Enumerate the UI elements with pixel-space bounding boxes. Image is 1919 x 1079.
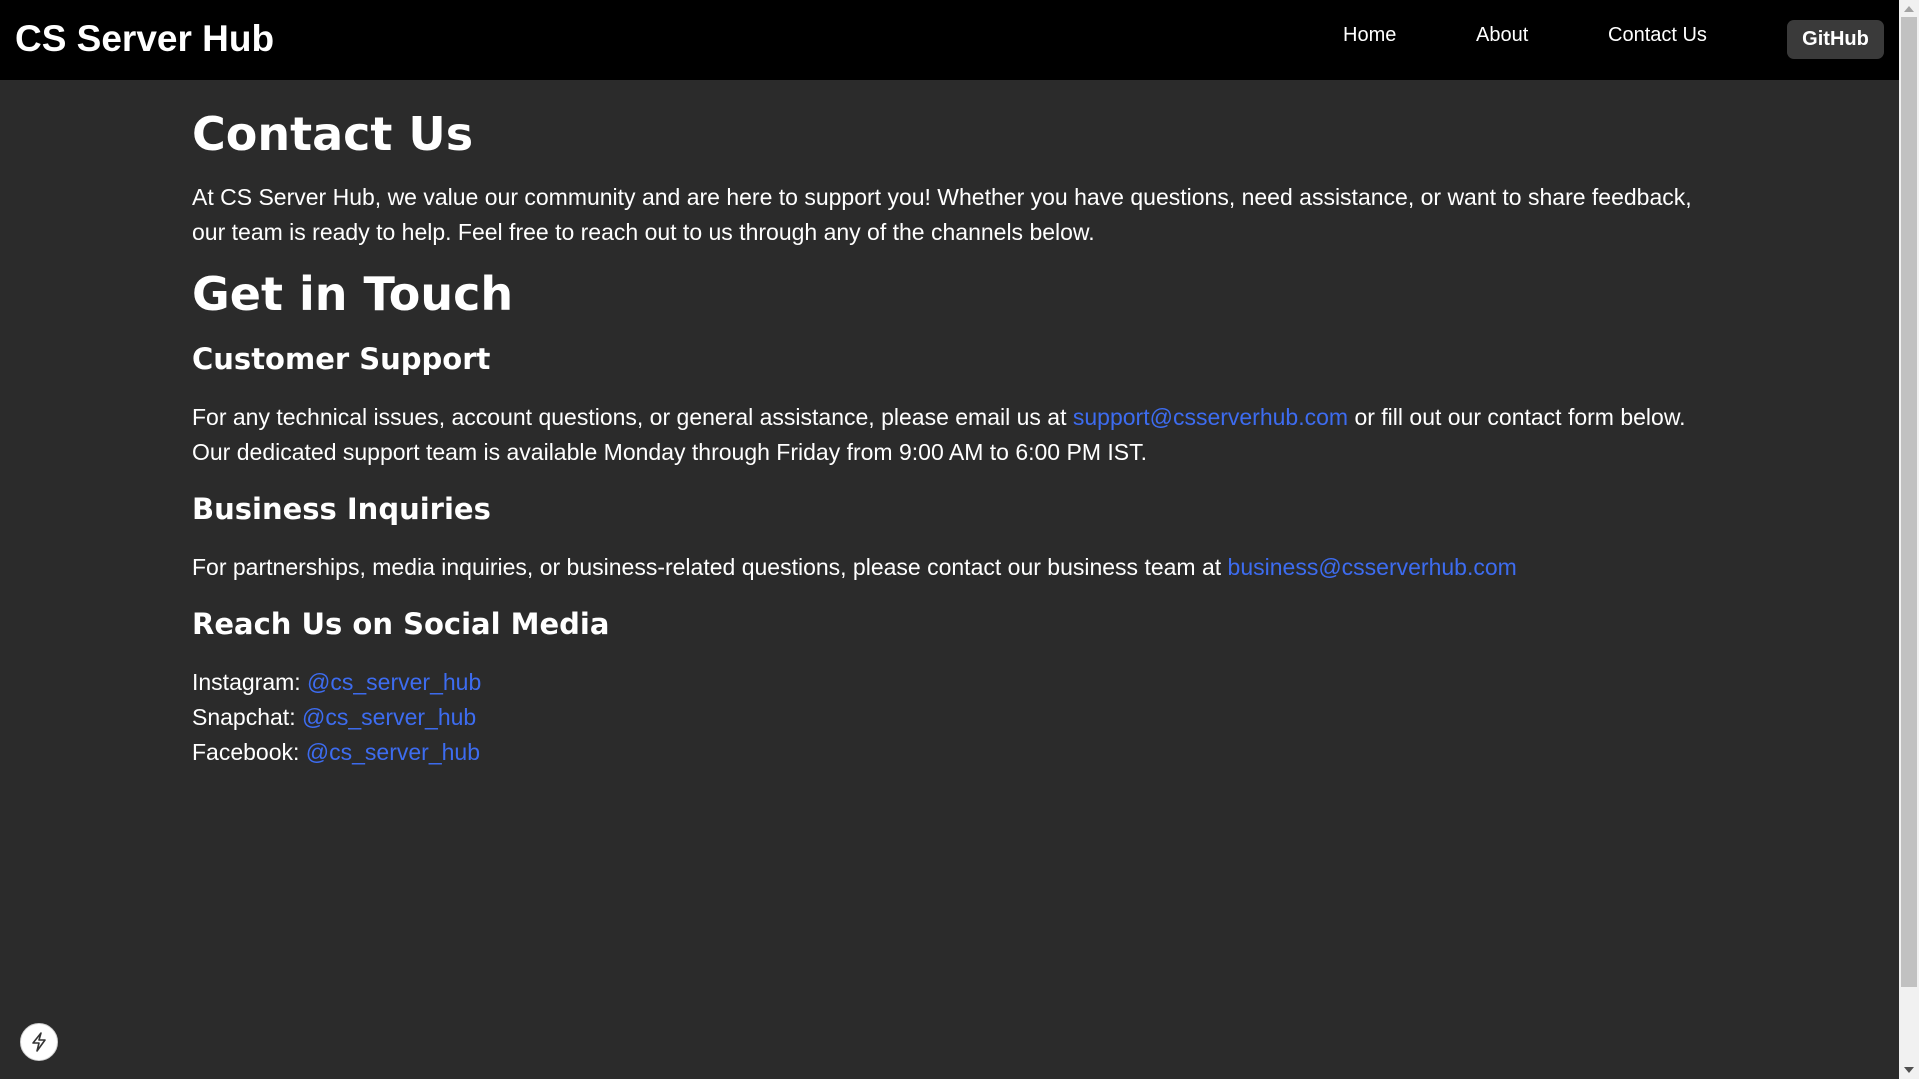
- get-in-touch-heading: Get in Touch: [192, 267, 514, 321]
- social-media-heading: Reach Us on Social Media: [192, 607, 610, 641]
- support-email-link[interactable]: support@csserverhub.com: [1073, 404, 1348, 430]
- page: CS Server Hub Home About Contact Us GitH…: [0, 0, 1919, 1079]
- social-item-snapchat: Snapchat: @cs_server_hub: [192, 700, 476, 735]
- vertical-scrollbar[interactable]: [1899, 0, 1919, 1079]
- support-text-before: For any technical issues, account questi…: [192, 404, 1073, 430]
- customer-support-paragraph: For any technical issues, account questi…: [192, 400, 1722, 470]
- snapchat-handle-link[interactable]: @cs_server_hub: [302, 704, 476, 730]
- nav-link-about[interactable]: About: [1476, 22, 1528, 48]
- scrollbar-thumb[interactable]: [1901, 17, 1917, 987]
- page-title: Contact Us: [192, 107, 474, 161]
- social-label-snapchat: Snapchat:: [192, 704, 296, 730]
- scroll-down-arrow-icon[interactable]: [1904, 1067, 1914, 1073]
- business-inquiries-heading: Business Inquiries: [192, 492, 491, 526]
- navbar: CS Server Hub Home About Contact Us GitH…: [0, 0, 1899, 80]
- scroll-up-arrow-icon[interactable]: [1904, 6, 1914, 12]
- github-button[interactable]: GitHub: [1787, 20, 1884, 59]
- business-text-before: For partnerships, media inquiries, or bu…: [192, 554, 1228, 580]
- business-email-link[interactable]: business@csserverhub.com: [1228, 554, 1517, 580]
- social-item-facebook: Facebook: @cs_server_hub: [192, 735, 480, 770]
- lightning-badge-button[interactable]: [20, 1023, 58, 1061]
- social-label-instagram: Instagram:: [192, 669, 301, 695]
- social-item-instagram: Instagram: @cs_server_hub: [192, 665, 481, 700]
- instagram-handle-link[interactable]: @cs_server_hub: [307, 669, 481, 695]
- business-inquiries-paragraph: For partnerships, media inquiries, or bu…: [192, 550, 1722, 585]
- nav-link-contact-us[interactable]: Contact Us: [1608, 22, 1707, 48]
- nav-links: Home About Contact Us: [0, 22, 1899, 52]
- lightning-bolt-icon: [32, 1032, 46, 1052]
- customer-support-heading: Customer Support: [192, 342, 491, 376]
- social-label-facebook: Facebook:: [192, 739, 300, 765]
- facebook-handle-link[interactable]: @cs_server_hub: [306, 739, 480, 765]
- intro-paragraph: At CS Server Hub, we value our community…: [192, 184, 1692, 245]
- nav-link-home[interactable]: Home: [1343, 22, 1396, 48]
